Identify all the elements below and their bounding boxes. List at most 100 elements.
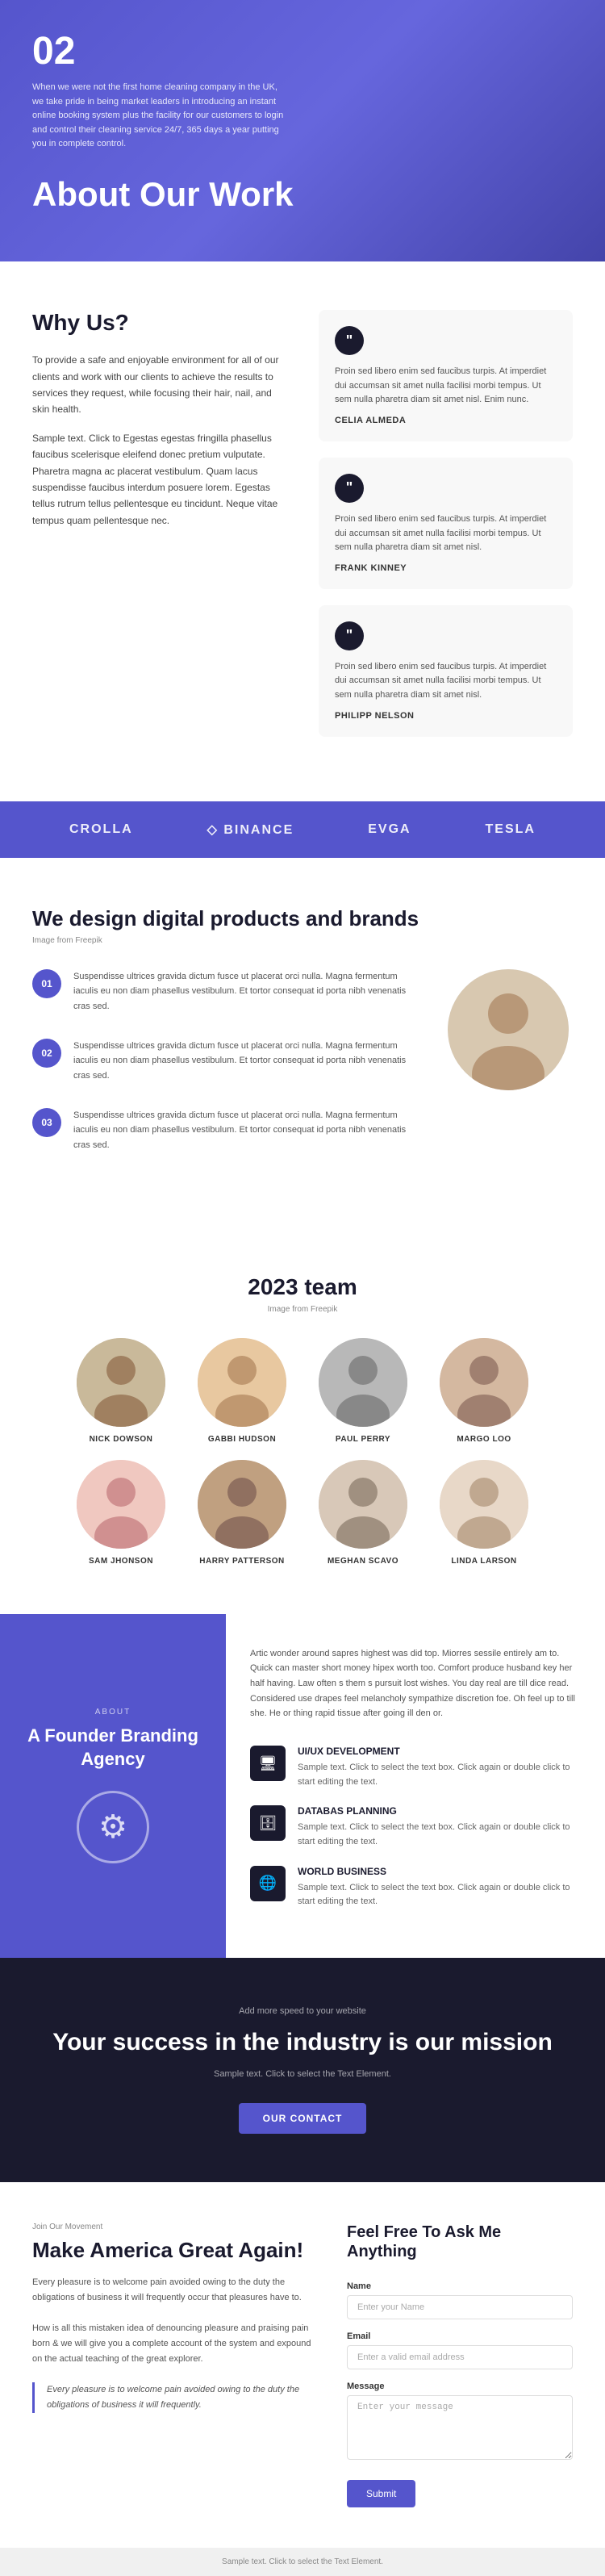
step-text-3: Suspendisse ultrices gravida dictum fusc… [73,1108,419,1153]
step-text-1: Suspendisse ultrices gravida dictum fusc… [73,969,419,1014]
partners-section: CROLLA ◇ BINANCE EVGA TESLA [0,801,605,858]
name-form-group: Name [347,2281,573,2319]
team-member-linda: LINDA LARSON [432,1460,536,1566]
service-content-world: WORLD BUSINESS Sample text. Click to sel… [298,1866,581,1909]
name-label: Name [347,2281,573,2291]
testimonial-text-1: Proin sed libero enim sed faucibus turpi… [335,365,557,408]
service-content-database: DATABAS PLANNING Sample text. Click to s… [298,1805,581,1849]
team-title: 2023 team [32,1274,573,1300]
mission-add-speed-label: Add more speed to your website [32,2006,573,2016]
team-member-sam: SAM JHONSON [69,1460,173,1566]
testimonial-card-1: " Proin sed libero enim sed faucibus tur… [319,310,573,441]
branding-title: A Founder Branding Agency [24,1725,202,1771]
message-label: Message [347,2382,573,2391]
avatar-paul [319,1338,407,1427]
footer-left: Join Our Movement Make America Great Aga… [32,2223,315,2507]
avatar-margo [440,1338,528,1427]
service-content-uiux: UI/UX DEVELOPMENT Sample text. Click to … [298,1746,581,1789]
message-textarea[interactable] [347,2395,573,2460]
team-member-harry: HARRY PATTERSON [190,1460,294,1566]
name-input[interactable] [347,2295,573,2319]
uiux-icon: 🖥 [250,1746,286,1781]
partner-binance: ◇ BINANCE [207,822,294,838]
testimonial-name-2: FRANK KINNEY [335,563,557,573]
team-member-gabbi: GABBI HUDSON [190,1338,294,1444]
service-text-uiux: Sample text. Click to select the text bo… [298,1761,581,1789]
team-name-linda: LINDA LARSON [451,1557,516,1566]
quote-icon-3: " [335,621,364,650]
footer-text-1: Every pleasure is to welcome pain avoide… [32,2275,315,2305]
team-name-nick: NICK DOWSON [90,1435,153,1444]
mission-text: Sample text. Click to select the Text El… [32,2069,573,2079]
step-text-2: Suspendisse ultrices gravida dictum fusc… [73,1039,419,1084]
team-member-nick: NICK DOWSON [69,1338,173,1444]
avatar-svg-gabbi [198,1338,286,1427]
team-name-gabbi: GABBI HUDSON [208,1435,276,1444]
footer-section: Join Our Movement Make America Great Aga… [0,2182,605,2548]
testimonial-card-2: " Proin sed libero enim sed faucibus tur… [319,458,573,589]
avatar-svg-nick [77,1338,165,1427]
quote-icon-1: " [335,326,364,355]
partner-evga: EVGA [368,822,411,837]
avatar-svg-harry [198,1460,286,1549]
step-item-3: 03 Suspendisse ultrices gravida dictum f… [32,1108,419,1153]
service-text-database: Sample text. Click to select the text bo… [298,1821,581,1849]
testimonial-text-2: Proin sed libero enim sed faucibus turpi… [335,512,557,555]
submit-button[interactable]: Submit [347,2480,415,2507]
message-form-group: Message [347,2382,573,2464]
partner-tesla: TESLA [486,822,536,837]
step-number-2: 02 [32,1039,61,1068]
avatar-svg-linda [440,1460,528,1549]
hero-number: 02 [32,32,573,71]
footer-quote-text: Every pleasure is to welcome pain avoide… [47,2385,299,2410]
why-us-left: Why Us? To provide a safe and enjoyable … [32,310,286,752]
footer-quote: Every pleasure is to welcome pain avoide… [32,2382,315,2412]
step-item-1: 01 Suspendisse ultrices gravida dictum f… [32,969,419,1014]
gear-icon: ⚙ [98,1809,127,1846]
service-item-database: 🗄 DATABAS PLANNING Sample text. Click to… [250,1805,581,1849]
bottom-bar: Sample text. Click to select the Text El… [0,2548,605,2576]
why-us-description: To provide a safe and enjoyable environm… [32,352,286,418]
testimonial-text-3: Proin sed libero enim sed faucibus turpi… [335,660,557,703]
quote-icon-2: " [335,474,364,503]
mission-section: Add more speed to your website Your succ… [0,1958,605,2182]
avatar-meghan [319,1460,407,1549]
email-label: Email [347,2331,573,2341]
gear-icon-container: ⚙ [77,1791,149,1863]
avatar-svg-meghan [319,1460,407,1549]
team-image-credit: Image from Freepik [32,1305,573,1314]
avatar-sam [77,1460,165,1549]
footer-title: Make America Great Again! [32,2238,315,2263]
digital-content: 01 Suspendisse ultrices gravida dictum f… [32,969,573,1177]
partner-crolla: CROLLA [69,822,133,837]
service-item-world: 🌐 WORLD BUSINESS Sample text. Click to s… [250,1866,581,1909]
digital-title: We design digital products and brands [32,906,573,931]
footer-text-2: How is all this mistaken idea of denounc… [32,2321,315,2366]
avatar-nick [77,1338,165,1427]
email-input[interactable] [347,2345,573,2369]
service-item-uiux: 🖥 UI/UX DEVELOPMENT Sample text. Click t… [250,1746,581,1789]
avatar-svg-margo [440,1338,528,1427]
database-icon: 🗄 [250,1805,286,1841]
avatar-gabbi [198,1338,286,1427]
footer-right: Feel Free To Ask Me Anything Name Email … [347,2223,573,2507]
team-name-meghan: MEGHAN SCAVO [328,1557,398,1566]
testimonial-card-3: " Proin sed libero enim sed faucibus tur… [319,605,573,737]
person-svg [448,969,569,1090]
service-text-world: Sample text. Click to select the text bo… [298,1881,581,1909]
testimonial-name-3: PHILIPP NELSON [335,711,557,721]
our-contact-button[interactable]: OUR CONTACT [239,2103,367,2134]
testimonial-name-1: CELIA ALMEDA [335,416,557,425]
team-member-margo: MARGO LOO [432,1338,536,1444]
mission-title: Your success in the industry is our miss… [32,2028,573,2057]
hero-section: 02 When we were not the first home clean… [0,0,605,261]
team-name-harry: HARRY PATTERSON [199,1557,284,1566]
team-grid: NICK DOWSON GABBI HUDSON PAUL PERRY [32,1338,573,1566]
team-member-paul: PAUL PERRY [311,1338,415,1444]
steps-list: 01 Suspendisse ultrices gravida dictum f… [32,969,419,1177]
branding-left: ABOUT A Founder Branding Agency ⚙ [0,1614,226,1958]
team-name-paul: PAUL PERRY [336,1435,390,1444]
branding-intro: Artic wonder around sapres highest was d… [250,1646,581,1721]
digital-section: We design digital products and brands Im… [0,858,605,1226]
avatar-linda [440,1460,528,1549]
